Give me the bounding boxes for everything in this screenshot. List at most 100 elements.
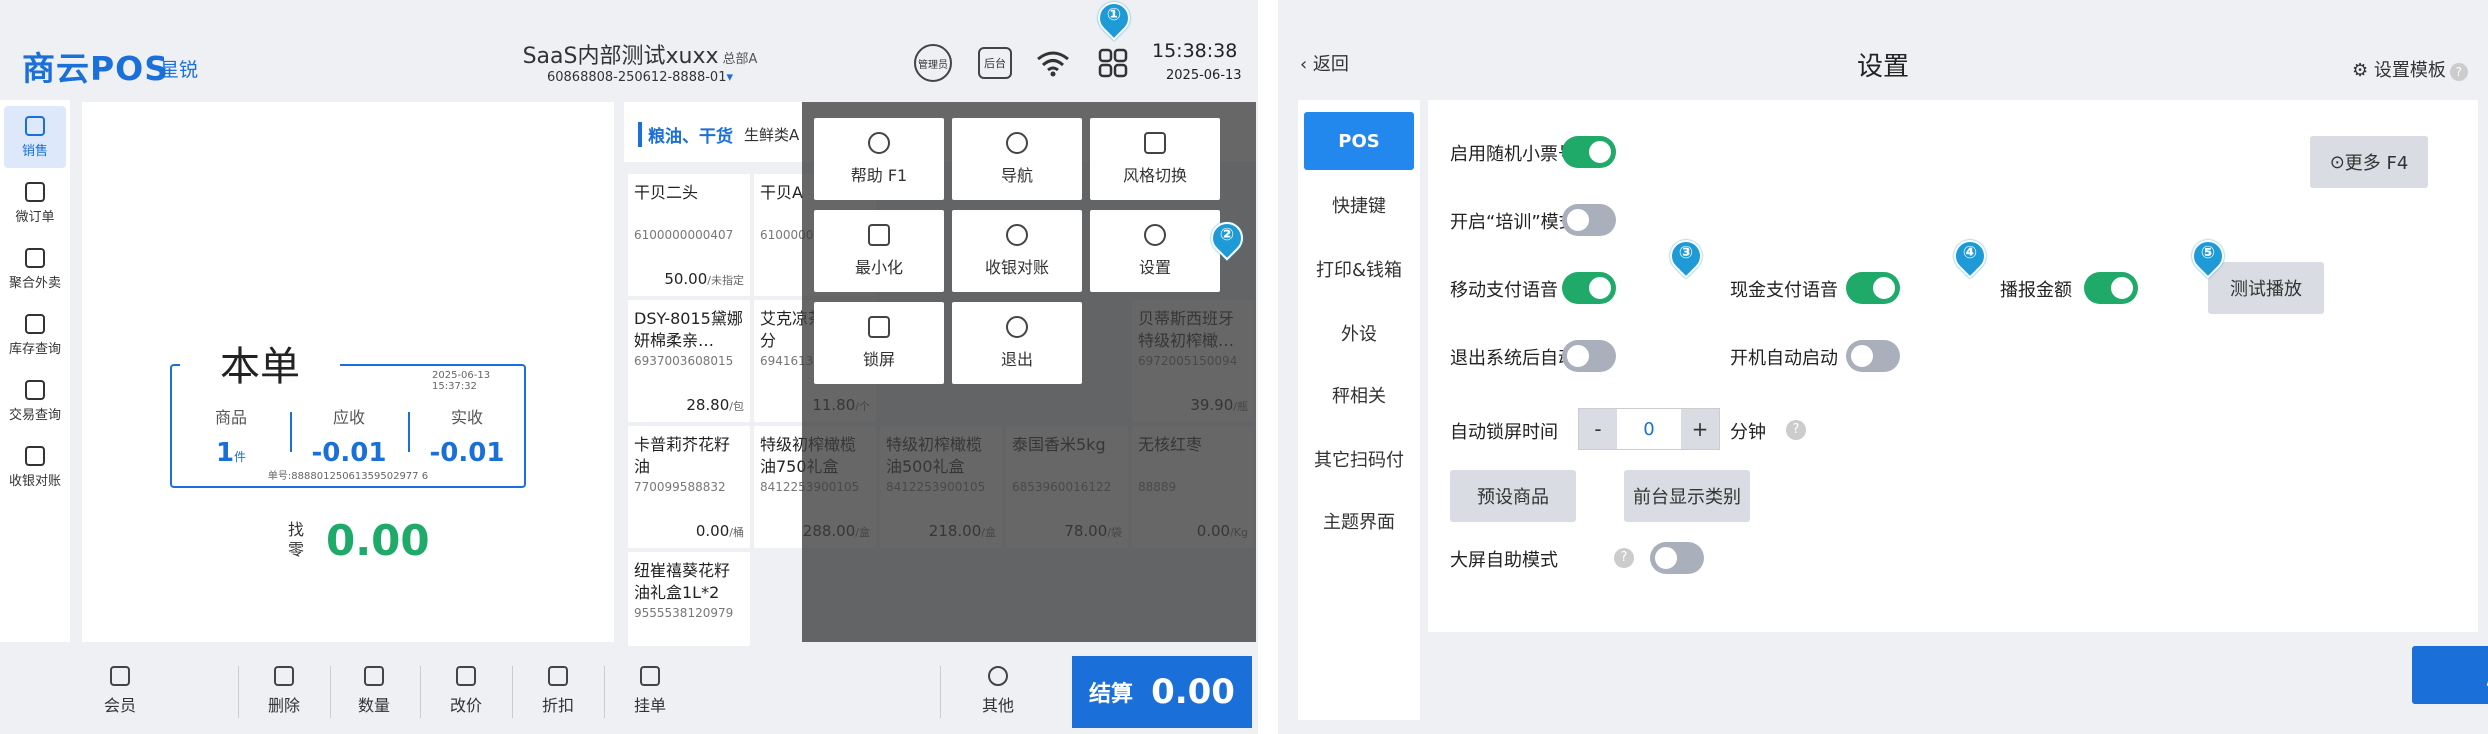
toolbar-label: 数量	[357, 696, 390, 715]
auto-lock-input[interactable]: 0	[1617, 409, 1681, 449]
backend-icon: 后台	[978, 47, 1012, 79]
stepper-plus[interactable]: +	[1681, 409, 1719, 449]
reconcile-icon	[1006, 224, 1028, 246]
settings-template-button[interactable]: ⚙ 设置模板?	[2352, 56, 2468, 82]
bill-items-unit: 件	[234, 450, 247, 464]
settings-tab-theme[interactable]: 主题界面	[1304, 492, 1414, 550]
template-label: 设置模板	[2373, 60, 2446, 81]
category-tab-fresh[interactable]: 生鲜类A	[744, 124, 799, 145]
menu-minimize[interactable]: 最小化	[814, 210, 944, 292]
discount-button[interactable]: 折扣	[518, 658, 598, 724]
mobile-voice-toggle[interactable]	[1562, 272, 1616, 304]
category-tab-grain[interactable]: 粮油、干货	[638, 122, 733, 147]
gear-icon: ⚙	[2352, 60, 2374, 81]
apply-button[interactable]: 应用	[2412, 646, 2488, 704]
nav-micro-order[interactable]: 微订单	[4, 172, 66, 234]
checkout-label: 结算	[1089, 682, 1134, 707]
store-id[interactable]: 60868808-250612-8888-01▾	[470, 70, 810, 85]
delete-button[interactable]: 删除	[244, 658, 324, 724]
training-toggle[interactable]	[1562, 204, 1616, 236]
nav-takeaway[interactable]: 聚合外卖	[4, 238, 66, 300]
front-category-button[interactable]: 前台显示类别	[1624, 470, 1750, 522]
menu-label: 帮助 F1	[850, 166, 908, 185]
menu-exit[interactable]: 退出	[952, 302, 1082, 384]
menu-reconcile[interactable]: 收银对账	[952, 210, 1082, 292]
minimize-icon	[868, 224, 890, 246]
menu-settings[interactable]: 设置	[1090, 210, 1220, 292]
nav-reconcile[interactable]: 收银对账	[4, 436, 66, 498]
random-ticket-label: 启用随机小票号	[1450, 144, 1576, 165]
menu-style[interactable]: 风格切换	[1090, 118, 1220, 200]
bill-due-value: -0.01	[311, 438, 387, 468]
preset-goods-button[interactable]: 预设商品	[1450, 470, 1576, 522]
more-label: 更多 F4	[2344, 153, 2409, 174]
stepper-minus[interactable]: -	[1579, 409, 1617, 449]
menu-lock[interactable]: 锁屏	[814, 302, 944, 384]
settings-screen: ‹ 返回 设置 ⚙ 设置模板? POS 快捷键 打印&钱箱 外设 秤相关 其它扫…	[1278, 0, 2488, 734]
store-name[interactable]: SaaS内部测试xuxx 总部A	[470, 38, 810, 70]
manager-button[interactable]: 管理员	[914, 44, 952, 82]
product-card[interactable]: 卡普莉芥花籽油 770099588832 0.00/桶	[628, 426, 750, 548]
other-button[interactable]: 其他	[958, 658, 1038, 724]
nav-sales[interactable]: 销售	[4, 106, 66, 168]
trash-icon	[274, 666, 294, 686]
nav-transactions[interactable]: 交易查询	[4, 370, 66, 432]
product-name: 纽崔禧葵花籽油礼盒1L*2	[634, 561, 731, 602]
auto-lock-stepper: - 0 +	[1578, 408, 1720, 450]
random-ticket-toggle[interactable]	[1562, 136, 1616, 168]
product-card[interactable]: 干贝二头 6100000000407 50.00/未指定	[628, 174, 750, 296]
hold-order-button[interactable]: 挂单	[610, 658, 690, 724]
apps-grid-button[interactable]	[1094, 44, 1132, 82]
change-label: 找零	[288, 520, 305, 559]
big-screen-toggle[interactable]	[1650, 542, 1704, 574]
bill-items-label: 商品	[214, 408, 247, 427]
settings-tab-scale[interactable]: 秤相关	[1304, 366, 1414, 424]
store-name-text: SaaS内部测试xuxx	[522, 44, 719, 69]
member-button[interactable]: 会员	[80, 658, 160, 724]
product-code: 770099588832	[634, 480, 726, 494]
menu-label: 风格切换	[1122, 166, 1187, 185]
auto-start-toggle[interactable]	[1846, 340, 1900, 372]
product-name: DSY-8015黛娜妍棉柔亲…	[634, 309, 743, 350]
menu-help[interactable]: 帮助 F1	[814, 118, 944, 200]
more-button[interactable]: ⊙ 更多 F4	[2310, 136, 2428, 188]
settings-tab-print[interactable]: 打印&钱箱	[1304, 240, 1414, 298]
cash-voice-toggle[interactable]	[1846, 272, 1900, 304]
quantity-button[interactable]: 数量	[334, 658, 414, 724]
reprice-button[interactable]: 改价	[426, 658, 506, 724]
menu-label: 锁屏	[862, 350, 895, 369]
nav-inventory[interactable]: 库存查询	[4, 304, 66, 366]
toolbar-label: 折扣	[541, 696, 574, 715]
backend-button[interactable]: 后台	[976, 44, 1014, 82]
help-icon[interactable]: ?	[1786, 420, 1806, 440]
settings-tab-shortcuts[interactable]: 快捷键	[1304, 176, 1414, 234]
pos-sidebar: 销售 微订单 聚合外卖 库存查询 交易查询 收银对账	[0, 100, 70, 642]
bottom-toolbar: 会员 删除 数量 改价 折扣 挂单 其他 结算 0.00	[0, 646, 1258, 734]
product-price-unit: /桶	[729, 526, 744, 539]
bill-paid-label: 实收	[450, 408, 483, 427]
store-tag: 总部A	[722, 52, 758, 67]
help-icon[interactable]: ?	[1614, 548, 1634, 568]
test-play-button[interactable]: 测试播放	[2208, 262, 2324, 314]
product-card[interactable]: DSY-8015黛娜妍棉柔亲… 6937003608015 28.80/包	[628, 300, 750, 422]
checkout-button[interactable]: 结算 0.00	[1072, 656, 1252, 728]
back-button[interactable]: ‹ 返回	[1300, 50, 1349, 76]
auto-start-label: 开机自动启动	[1730, 348, 1838, 369]
product-area: 粮油、干货 生鲜类A 干贝二头 6100000000407 50.00/未指定 干贝A…	[624, 102, 1256, 674]
menu-navigate[interactable]: 导航	[952, 118, 1082, 200]
gear-icon	[1144, 224, 1166, 246]
big-screen-label: 大屏自助模式	[1450, 550, 1558, 571]
manager-icon: 管理员	[914, 44, 952, 82]
nav-label: 微订单	[15, 209, 55, 225]
wifi-icon	[1034, 44, 1072, 82]
toolbar-label: 删除	[267, 696, 300, 715]
order-icon	[25, 181, 45, 202]
settings-tab-pos[interactable]: POS	[1304, 112, 1414, 170]
broadcast-amount-toggle[interactable]	[2084, 272, 2138, 304]
settings-tab-peripherals[interactable]: 外设	[1304, 304, 1414, 362]
menu-label: 退出	[1000, 350, 1033, 369]
auto-shutdown-toggle[interactable]	[1562, 340, 1616, 372]
settings-tab-scanpay[interactable]: 其它扫码付	[1304, 430, 1414, 488]
bill-paid: 实收 -0.01	[412, 404, 522, 468]
product-price-unit: /未指定	[707, 274, 744, 287]
